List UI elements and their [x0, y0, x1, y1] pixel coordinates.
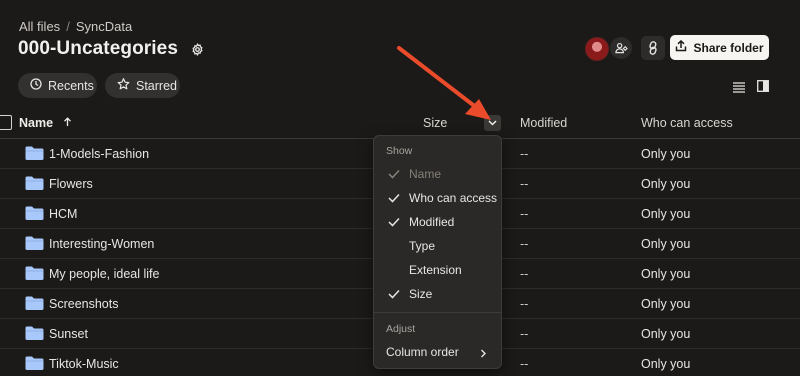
menu-item-type[interactable]: Type [374, 236, 501, 256]
menu-item-label: Modified [409, 215, 455, 229]
row-modified: -- [520, 297, 529, 311]
link-icon[interactable] [641, 36, 665, 60]
panel-icon[interactable] [757, 79, 769, 92]
folder-icon [25, 296, 44, 311]
column-header-access[interactable]: Who can access [641, 116, 733, 130]
row-name[interactable]: 1-Models-Fashion [49, 147, 149, 161]
row-access: Only you [641, 237, 691, 251]
star-icon [117, 78, 130, 93]
clock-icon [30, 78, 42, 93]
folder-icon [25, 146, 44, 161]
starred-label: Starred [136, 78, 177, 93]
menu-item-extension[interactable]: Extension [374, 260, 501, 280]
row-modified: -- [520, 267, 529, 281]
column-header-modified[interactable]: Modified [520, 116, 567, 130]
page-title: 000-Uncategories [18, 38, 179, 59]
folder-icon [25, 236, 44, 251]
menu-item-label: Who can access [409, 191, 498, 205]
breadcrumb: All files / SyncData [19, 19, 132, 34]
folder-icon [25, 326, 44, 341]
row-name[interactable]: Interesting-Women [49, 237, 154, 251]
row-access: Only you [641, 147, 691, 161]
breadcrumb-current[interactable]: SyncData [76, 19, 132, 34]
menu-item-label: Name [409, 167, 442, 181]
column-visibility-menu: Show Name Who can access Modified Type Exten… [373, 135, 502, 369]
menu-item-column-order[interactable]: Column order [374, 342, 501, 362]
menu-item-modified[interactable]: Modified [374, 212, 501, 232]
menu-item-label: Size [409, 287, 433, 301]
arrow-up-icon [63, 116, 72, 130]
row-name[interactable]: Tiktok-Music [49, 357, 119, 371]
menu-item-name: Name [374, 164, 501, 184]
title-row: 000-Uncategories [18, 38, 206, 60]
select-all-checkbox[interactable] [0, 115, 12, 130]
check-icon [388, 192, 400, 203]
row-name[interactable]: Screenshots [49, 297, 118, 311]
people-icon[interactable] [610, 37, 632, 59]
menu-section-show: Show [386, 145, 413, 157]
row-name[interactable]: Flowers [49, 177, 93, 191]
menu-section-adjust: Adjust [386, 323, 416, 335]
folder-icon [25, 176, 44, 191]
menu-item-label: Extension [409, 263, 462, 277]
row-modified: -- [520, 177, 529, 191]
share-folder-button[interactable]: Share folder [670, 35, 769, 60]
folder-icon [25, 206, 44, 221]
list-view-icon[interactable] [733, 80, 745, 93]
row-modified: -- [520, 207, 529, 221]
row-modified: -- [520, 147, 529, 161]
menu-item-size[interactable]: Size [374, 284, 501, 304]
row-access: Only you [641, 357, 691, 371]
share-icon [675, 39, 687, 55]
check-icon [388, 168, 400, 179]
gear-icon[interactable] [188, 40, 206, 58]
row-access: Only you [641, 177, 691, 191]
chevron-right-icon [480, 347, 487, 358]
row-name[interactable]: My people, ideal life [49, 267, 159, 281]
row-modified: -- [520, 237, 529, 251]
check-icon [388, 288, 400, 299]
avatar[interactable] [585, 37, 609, 61]
recents-filter-button[interactable]: Recents [18, 73, 97, 98]
annotation-arrow [397, 46, 491, 120]
column-order-label: Column order [386, 345, 459, 359]
row-name[interactable]: HCM [49, 207, 77, 221]
column-header-name[interactable]: Name [19, 116, 72, 130]
column-name-label: Name [19, 116, 54, 130]
row-access: Only you [641, 207, 691, 221]
menu-item-who-can-access[interactable]: Who can access [374, 188, 501, 208]
row-modified: -- [520, 327, 529, 341]
breadcrumb-separator: / [66, 19, 70, 34]
check-icon [388, 216, 400, 227]
recents-label: Recents [48, 78, 94, 93]
folder-icon [25, 266, 44, 281]
row-name[interactable]: Sunset [49, 327, 88, 341]
menu-divider [374, 312, 501, 313]
menu-item-label: Type [409, 239, 436, 253]
row-access: Only you [641, 327, 691, 341]
starred-filter-button[interactable]: Starred [105, 73, 180, 98]
breadcrumb-all-files[interactable]: All files [19, 19, 60, 34]
row-access: Only you [641, 297, 691, 311]
share-folder-label: Share folder [693, 40, 764, 55]
folder-icon [25, 356, 44, 371]
row-modified: -- [520, 357, 529, 371]
row-access: Only you [641, 267, 691, 281]
